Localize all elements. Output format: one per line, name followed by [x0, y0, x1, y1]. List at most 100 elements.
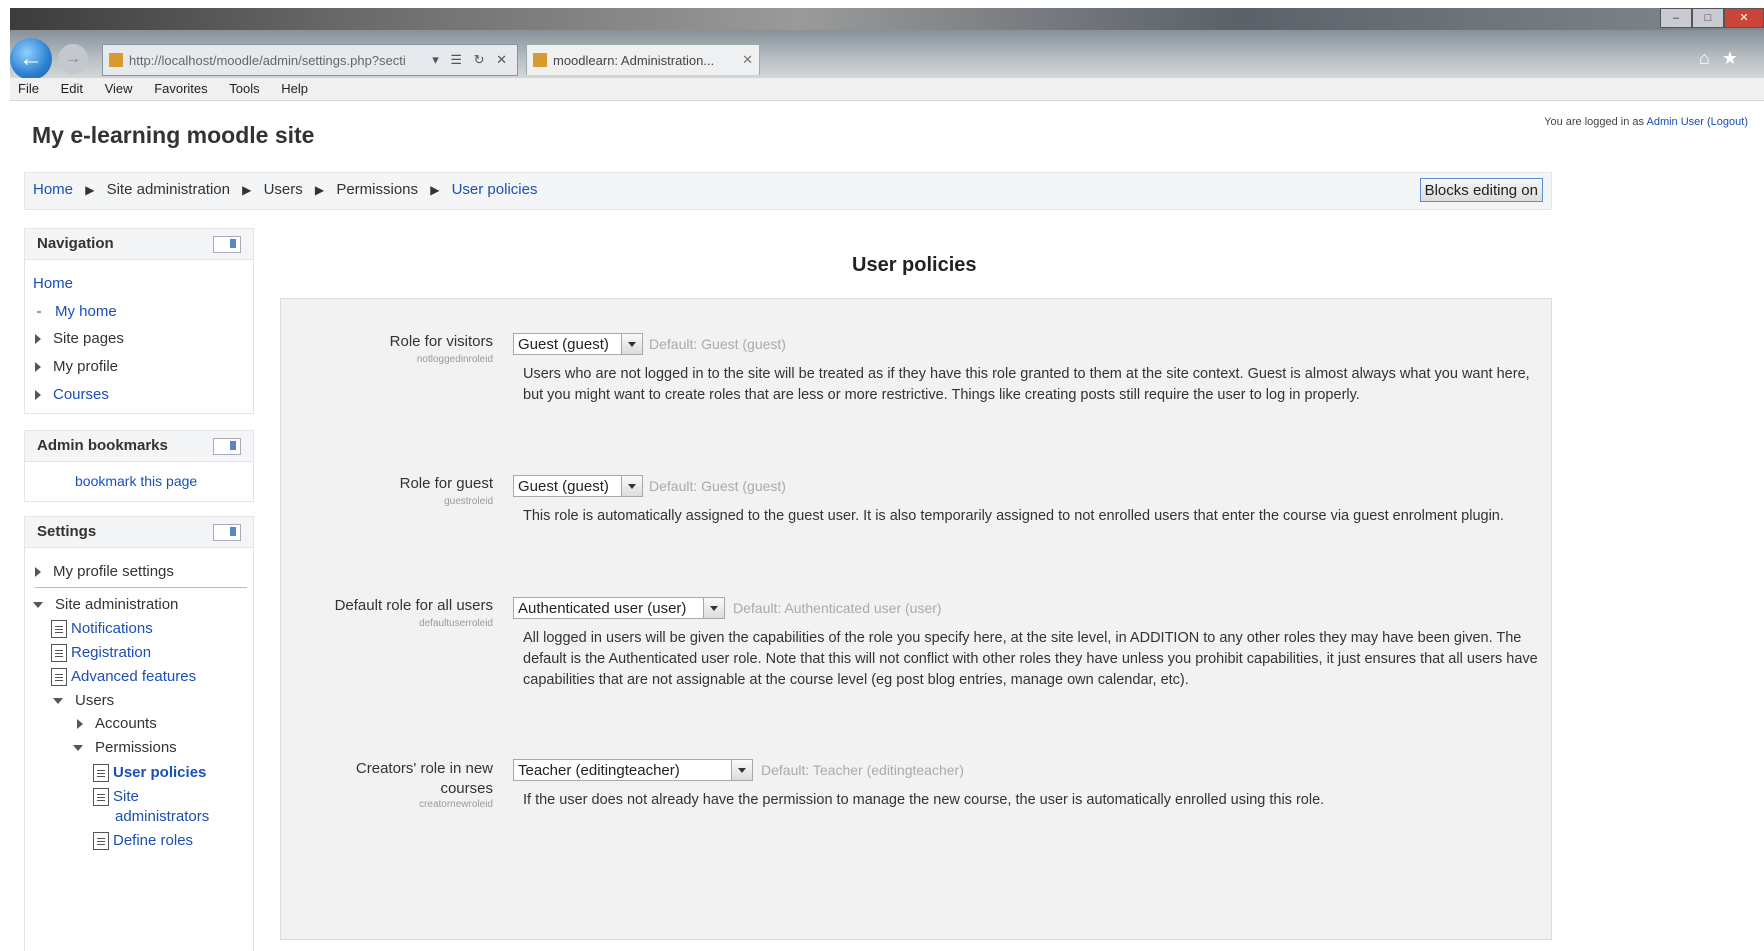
expand-arrow-icon — [35, 362, 41, 373]
settings-form: Role for visitors notloggedinroleid Gues… — [280, 298, 1552, 940]
setting-label: Role for guest — [399, 475, 493, 492]
setting-label: Role for visitors — [389, 333, 493, 350]
expand-arrow-icon — [35, 390, 41, 401]
setting-label: Creators' role in new — [355, 760, 493, 777]
home-star-icons[interactable]: ⌂★ — [1699, 48, 1750, 69]
page-icon — [93, 764, 109, 783]
breadcrumb-users[interactable]: Users — [264, 181, 303, 198]
settings-users[interactable]: Users — [53, 692, 114, 709]
navigation-block: Navigation Home My home Site pages My pr… — [24, 228, 254, 414]
logout-link[interactable]: (Logout) — [1707, 116, 1748, 128]
role-for-guest-select[interactable]: Guest (guest) — [513, 475, 643, 497]
setting-key: creatornewroleid — [419, 799, 493, 810]
blocks-editing-button[interactable]: Blocks editing on — [1419, 178, 1543, 202]
dropdown-arrow-icon[interactable] — [703, 598, 724, 618]
breadcrumb-site-admin[interactable]: Site administration — [107, 181, 230, 198]
forward-button[interactable]: → — [58, 44, 88, 74]
profile-link[interactable]: Admin User — [1646, 116, 1703, 128]
browser-tab[interactable]: moodlearn: Administration... ✕ — [526, 44, 760, 75]
default-value: Default: Teacher (editingteacher) — [761, 762, 964, 778]
browser-toolbar: – □ ✕ ← → http://localhost/moodle/admin/… — [10, 8, 1764, 80]
breadcrumb-permissions[interactable]: Permissions — [336, 181, 418, 198]
settings-user-policies[interactable]: User policies — [93, 764, 206, 783]
setting-description: If the user does not already have the pe… — [523, 792, 1325, 808]
settings-site-administrators[interactable]: Site — [93, 788, 139, 807]
dock-block-icon[interactable] — [213, 438, 241, 455]
bookmark-this-page-link[interactable]: bookmark this page — [75, 473, 197, 489]
browser-window: – □ ✕ ← → http://localhost/moodle/admin/… — [0, 0, 1764, 951]
close-window-button[interactable]: ✕ — [1724, 8, 1764, 28]
address-bar[interactable]: http://localhost/moodle/admin/settings.p… — [102, 44, 518, 76]
dock-block-icon[interactable] — [213, 524, 241, 541]
setting-description: This role is automatically assigned to t… — [523, 508, 1504, 524]
default-value: Default: Authenticated user (user) — [733, 600, 942, 616]
breadcrumb-separator: ▶ — [242, 183, 252, 197]
address-tools-icon[interactable]: ▾ ☰ ↻ ✕ — [432, 52, 517, 68]
default-role-select[interactable]: Authenticated user (user) — [513, 597, 725, 619]
menu-file[interactable]: File — [18, 78, 39, 100]
breadcrumb-user-policies[interactable]: User policies — [452, 181, 538, 198]
collapse-arrow-icon — [73, 745, 83, 752]
breadcrumb-separator: ▶ — [314, 183, 325, 197]
site-favicon-icon — [109, 53, 123, 67]
settings-my-profile[interactable]: My profile settings — [35, 563, 174, 580]
menu-tools[interactable]: Tools — [229, 78, 259, 100]
page-icon — [93, 788, 109, 807]
setting-key: defaultuserroleid — [419, 618, 493, 629]
maximize-button[interactable]: □ — [1692, 8, 1724, 28]
settings-permissions[interactable]: Permissions — [73, 739, 177, 756]
settings-block: Settings My profile settings Site admini… — [24, 516, 254, 951]
dropdown-arrow-icon[interactable] — [621, 334, 642, 354]
setting-label-line2: courses — [440, 780, 493, 797]
breadcrumb: Home ▶ Site administration ▶ Users ▶ Per… — [33, 181, 537, 198]
settings-accounts[interactable]: Accounts — [77, 715, 157, 732]
expand-arrow-icon — [35, 334, 41, 345]
page-icon — [51, 620, 67, 639]
menu-view[interactable]: View — [105, 78, 133, 100]
expand-arrow-icon — [35, 567, 41, 578]
collapse-arrow-icon — [53, 698, 63, 705]
back-button[interactable]: ← — [10, 38, 52, 80]
site-title: My e-learning moodle site — [32, 122, 315, 148]
tab-close-icon[interactable]: ✕ — [742, 52, 759, 68]
address-text: http://localhost/moodle/admin/settings.p… — [129, 52, 406, 68]
role-for-visitors-select[interactable]: Guest (guest) — [513, 333, 643, 355]
expand-arrow-icon — [77, 719, 83, 730]
admin-bookmarks-title: Admin bookmarks — [37, 437, 168, 454]
nav-my-profile[interactable]: My profile — [35, 358, 118, 375]
dock-block-icon[interactable] — [213, 236, 241, 253]
settings-define-roles[interactable]: Define roles — [93, 832, 193, 851]
menu-favorites[interactable]: Favorites — [154, 78, 207, 100]
default-value: Default: Guest (guest) — [649, 336, 786, 352]
settings-site-admin[interactable]: Site administration — [33, 596, 178, 613]
collapse-arrow-icon — [33, 602, 43, 609]
nav-my-home[interactable]: My home — [33, 303, 117, 320]
admin-bookmarks-block: Admin bookmarks bookmark this page — [24, 430, 254, 502]
setting-key: notloggedinroleid — [416, 354, 493, 365]
settings-notifications[interactable]: Notifications — [51, 620, 153, 639]
page-icon — [93, 832, 109, 851]
settings-registration[interactable]: Registration — [51, 644, 151, 663]
nav-home[interactable]: Home — [33, 275, 73, 292]
window-controls: – □ ✕ — [1660, 8, 1764, 28]
menu-edit[interactable]: Edit — [61, 78, 83, 100]
breadcrumb-separator: ▶ — [430, 183, 440, 197]
setting-description: All logged in users will be given the ca… — [523, 630, 1538, 688]
page-heading: User policies — [852, 254, 977, 276]
dropdown-arrow-icon[interactable] — [731, 760, 752, 780]
creators-role-select[interactable]: Teacher (editingteacher) — [513, 759, 753, 781]
nav-site-pages[interactable]: Site pages — [35, 330, 124, 347]
tab-label: moodlearn: Administration... — [553, 52, 715, 68]
settings-site-administrators-line2[interactable]: administrators — [115, 808, 209, 825]
page-icon — [51, 668, 67, 687]
breadcrumb-home[interactable]: Home — [33, 181, 73, 198]
dropdown-arrow-icon[interactable] — [621, 476, 642, 496]
tab-favicon-icon — [533, 53, 547, 67]
divider — [35, 587, 247, 588]
navigation-title: Navigation — [37, 235, 114, 252]
menu-help[interactable]: Help — [281, 78, 308, 100]
menu-bar: File Edit View Favorites Tools Help — [10, 78, 1764, 101]
settings-advanced-features[interactable]: Advanced features — [51, 668, 196, 687]
nav-courses[interactable]: Courses — [35, 386, 109, 403]
minimize-button[interactable]: – — [1660, 8, 1692, 28]
